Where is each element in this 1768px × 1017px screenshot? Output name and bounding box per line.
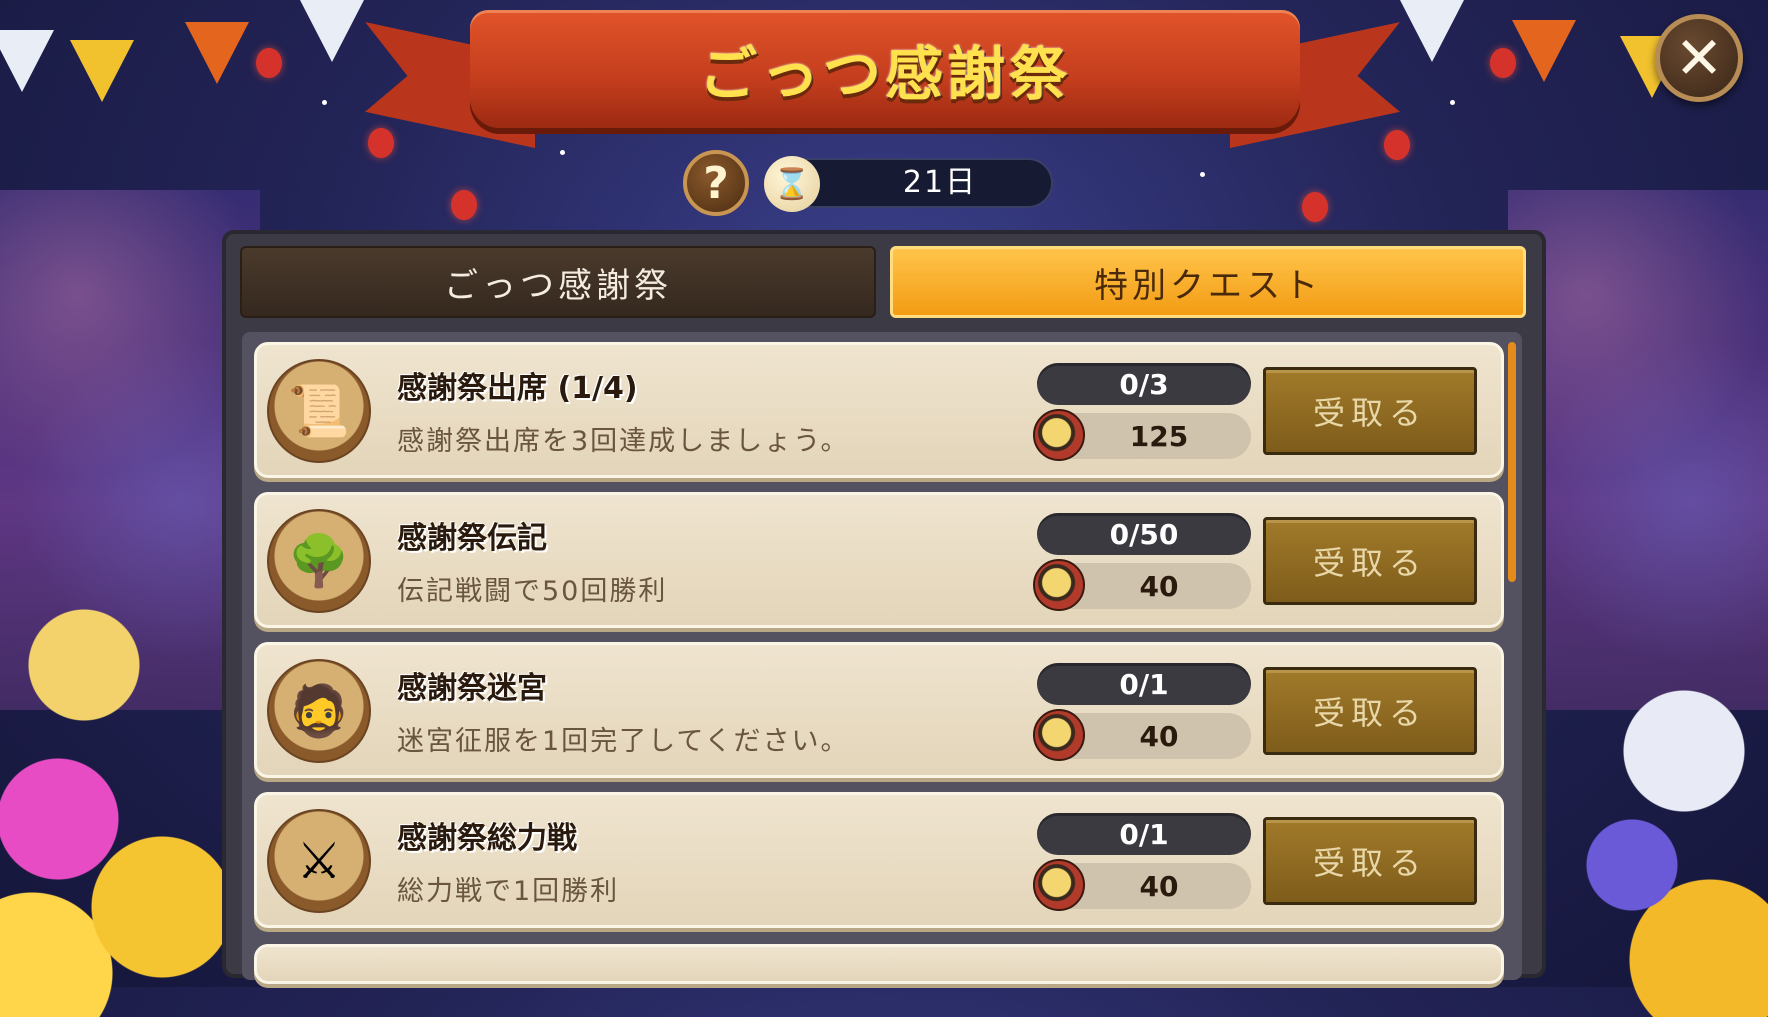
medal-icon bbox=[1033, 559, 1085, 611]
lantern bbox=[1384, 130, 1410, 160]
scroll-icon: 📜 bbox=[267, 359, 371, 463]
background-treasure-left bbox=[0, 577, 240, 1017]
forest-battle-icon: 🌳 bbox=[267, 509, 371, 613]
sparkle bbox=[1450, 100, 1455, 105]
reward-amount: 40 bbox=[1139, 719, 1179, 753]
list-item: 🧔 感謝祭迷宮 迷宮征服を1回完了してください。 0/1 40 受取る bbox=[254, 642, 1504, 778]
page-title: ごっつ感謝祭 bbox=[698, 40, 1071, 108]
hourglass-icon: ⌛ bbox=[764, 156, 820, 212]
claim-label: 受取る bbox=[1312, 694, 1427, 732]
quest-description: 伝記戦闘で50回勝利 bbox=[397, 576, 668, 607]
bunting-flag bbox=[70, 40, 134, 102]
close-button[interactable]: ✕ bbox=[1655, 14, 1743, 102]
bunting-flag bbox=[300, 0, 364, 62]
claim-label: 受取る bbox=[1312, 394, 1427, 432]
quest-description: 総力戦で1回勝利 bbox=[397, 876, 620, 907]
sparkle bbox=[322, 100, 327, 105]
sparkle bbox=[560, 150, 565, 155]
bunting-flag bbox=[1512, 20, 1576, 82]
tab-label: ごっつ感謝祭 bbox=[444, 265, 672, 306]
timer-value: 21日 bbox=[902, 165, 978, 200]
lantern bbox=[1490, 48, 1516, 78]
quest-progress: 0/3 bbox=[1037, 363, 1251, 405]
close-icon: ✕ bbox=[1674, 24, 1724, 92]
reward-amount: 40 bbox=[1139, 569, 1179, 603]
question-icon: ? bbox=[703, 157, 729, 209]
lantern bbox=[368, 128, 394, 158]
claim-button[interactable]: 受取る bbox=[1263, 517, 1477, 605]
claim-button[interactable]: 受取る bbox=[1263, 667, 1477, 755]
quest-progress: 0/1 bbox=[1037, 663, 1251, 705]
lantern bbox=[1302, 192, 1328, 222]
list-item: 📜 感謝祭出席 (1/4) 感謝祭出席を3回達成しましょう。 0/3 125 受… bbox=[254, 342, 1504, 478]
reward-amount: 40 bbox=[1139, 869, 1179, 903]
quest-description: 感謝祭出席を3回達成しましょう。 bbox=[397, 426, 850, 457]
tab-special-quest[interactable]: 特別クエスト bbox=[890, 246, 1526, 318]
help-button[interactable]: ? bbox=[683, 150, 749, 216]
medal-icon bbox=[1033, 409, 1085, 461]
tab-label: 特別クエスト bbox=[1094, 265, 1322, 306]
quest-progress: 0/50 bbox=[1037, 513, 1251, 555]
bunting-flag bbox=[1400, 0, 1464, 62]
soldier-icon: ⚔ bbox=[267, 809, 371, 913]
quest-title: 感謝祭迷宮 bbox=[397, 671, 547, 706]
list-item: 🌳 感謝祭伝記 伝記戦闘で50回勝利 0/50 40 受取る bbox=[254, 492, 1504, 628]
sparkle bbox=[1200, 172, 1205, 177]
claim-button[interactable]: 受取る bbox=[1263, 367, 1477, 455]
lantern bbox=[451, 190, 477, 220]
reward-amount: 125 bbox=[1129, 419, 1189, 453]
quest-title: 感謝祭伝記 bbox=[397, 521, 547, 556]
quest-title: 感謝祭総力戦 bbox=[397, 821, 577, 856]
quest-title: 感謝祭出席 (1/4) bbox=[397, 371, 638, 406]
list-item-partial bbox=[254, 944, 1504, 984]
bunting-flag bbox=[185, 22, 249, 84]
quest-description: 迷宮征服を1回完了してください。 bbox=[397, 726, 850, 757]
medal-icon bbox=[1033, 859, 1085, 911]
title-ribbon: ごっつ感謝祭 bbox=[470, 10, 1300, 128]
background-treasure-right bbox=[1528, 637, 1768, 1017]
scrollbar[interactable] bbox=[1508, 342, 1516, 582]
warrior-icon: 🧔 bbox=[267, 659, 371, 763]
claim-label: 受取る bbox=[1312, 544, 1427, 582]
quest-progress: 0/1 bbox=[1037, 813, 1251, 855]
lantern bbox=[256, 48, 282, 78]
medal-icon bbox=[1033, 709, 1085, 761]
list-item: ⚔ 感謝祭総力戦 総力戦で1回勝利 0/1 40 受取る bbox=[254, 792, 1504, 928]
claim-label: 受取る bbox=[1312, 844, 1427, 882]
background-crowd-right bbox=[1508, 190, 1768, 710]
bunting-flag bbox=[0, 30, 54, 92]
tab-gottsu-festival[interactable]: ごっつ感謝祭 bbox=[240, 246, 876, 318]
claim-button[interactable]: 受取る bbox=[1263, 817, 1477, 905]
